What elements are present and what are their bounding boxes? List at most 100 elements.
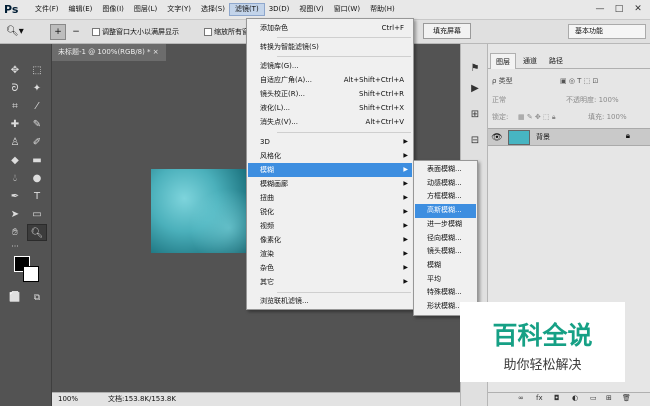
eye-icon[interactable]: 👁︎ [490, 131, 504, 145]
menu-item-adaptive-wide-angle[interactable]: 自适应广角(A)... Alt+Shift+Ctrl+A [248, 73, 412, 87]
clone-stamp-icon[interactable]: ♙ [5, 134, 25, 151]
maximize-button[interactable]: □ [610, 2, 628, 16]
screen-mode-icon[interactable]: ⧉ [27, 290, 47, 307]
workspace-select[interactable]: 基本功能 [568, 24, 646, 39]
background-color-swatch[interactable] [23, 266, 39, 282]
menu-window[interactable]: 窗口(W) [329, 4, 365, 15]
menu-view[interactable]: 视图(V) [294, 4, 328, 15]
menu-item-browse-online[interactable]: 浏览联机滤镜... [248, 294, 412, 308]
pen-tool-icon[interactable]: ✒ [5, 188, 25, 205]
menu-3d[interactable]: 3D(D) [264, 4, 295, 15]
menu-item-blur-gallery[interactable]: 模糊画廊 ▶ [248, 177, 412, 191]
more-tools-icon[interactable]: ··· [5, 238, 25, 255]
menu-item-pixelate[interactable]: 像素化 ▶ [248, 233, 412, 247]
close-button[interactable]: ✕ [629, 2, 647, 16]
submenu-item-surface-blur[interactable]: 表面模糊... [415, 163, 476, 177]
zoom-level[interactable]: 100% [58, 393, 78, 406]
gradient-tool-icon[interactable]: ▬ [27, 152, 47, 169]
menu-item-video[interactable]: 视频 ▶ [248, 219, 412, 233]
move-tool-icon[interactable]: ✥ [5, 62, 25, 79]
brush-tool-icon[interactable]: ✎ [27, 116, 47, 133]
layer-row-background[interactable]: 👁︎ 背景 🔒︎ [488, 128, 650, 146]
lasso-tool-icon[interactable]: ᘐ [5, 80, 25, 97]
menu-type[interactable]: 文字(Y) [162, 4, 196, 15]
menu-item-blur[interactable]: 模糊 ▶ [248, 163, 412, 177]
menu-item-sharpen[interactable]: 锐化 ▶ [248, 205, 412, 219]
submenu-item-radial-blur[interactable]: 径向模糊... [415, 232, 476, 246]
fill-screen-button[interactable]: 填充屏幕 [423, 23, 471, 39]
actions-panel-icon[interactable]: ▶ [465, 80, 485, 98]
history-panel-icon[interactable]: ⚑ [465, 60, 485, 78]
submenu-item-box-blur[interactable]: 方框模糊... [415, 190, 476, 204]
crop-tool-icon[interactable]: ⌗ [5, 98, 25, 115]
menu-select[interactable]: 选择(S) [196, 4, 230, 15]
menu-item-vanishing-point[interactable]: 消失点(V)... Alt+Ctrl+V [248, 115, 412, 129]
menu-item-3d[interactable]: 3D ▶ [248, 135, 412, 149]
opacity-field[interactable]: 不透明度: 100% [566, 94, 619, 106]
mask-icon[interactable]: ◘ [554, 394, 560, 402]
zoom-tool-icon[interactable]: 🔍︎▾ [6, 25, 24, 39]
menu-item-noise[interactable]: 杂色 ▶ [248, 261, 412, 275]
healing-brush-icon[interactable]: ✚ [5, 116, 25, 133]
path-select-icon[interactable]: ➤ [5, 206, 25, 223]
menu-item-distort[interactable]: 扭曲 ▶ [248, 191, 412, 205]
magic-wand-icon[interactable]: ✦ [27, 80, 47, 97]
menu-item-lens-correction[interactable]: 镜头校正(R)... Shift+Ctrl+R [248, 87, 412, 101]
submenu-item-motion-blur[interactable]: 动感模糊... [415, 177, 476, 191]
history-brush-icon[interactable]: ✐ [27, 134, 47, 151]
zoom-tool-icon[interactable]: 🔍︎ [27, 224, 47, 241]
menu-file[interactable]: 文件(F) [30, 4, 64, 15]
resize-windows-option[interactable]: 调整窗口大小以满屏显示 [92, 25, 179, 39]
type-tool-icon[interactable]: T [27, 188, 47, 205]
zoom-out-icon[interactable]: − [68, 25, 84, 39]
zoom-in-icon[interactable]: + [50, 24, 66, 40]
minimize-button[interactable]: — [591, 2, 609, 16]
adjustment-icon[interactable]: ◐ [572, 394, 578, 402]
blur-tool-icon[interactable]: 💧︎ [5, 170, 25, 187]
menu-item-render[interactable]: 渲染 ▶ [248, 247, 412, 261]
blend-mode-select[interactable]: 正常 [492, 94, 506, 106]
menu-layer[interactable]: 图层(L) [129, 4, 162, 15]
resize-windows-checkbox[interactable] [92, 28, 100, 36]
fill-field[interactable]: 填充: 100% [588, 111, 627, 123]
filter-icons[interactable]: ▣ ◎ T ⬚ ⊡ [560, 75, 598, 87]
menu-item-stylize[interactable]: 风格化 ▶ [248, 149, 412, 163]
menu-item-other[interactable]: 其它 ▶ [248, 275, 412, 289]
menu-filter[interactable]: 滤镜(T) [228, 3, 265, 16]
lock-icons[interactable]: ▦ ✎ ✥ ⬚ 🔒︎ [518, 111, 556, 123]
menu-item-add-noise[interactable]: 添加杂色 Ctrl+F [248, 21, 412, 35]
submenu-item-gaussian-blur[interactable]: 高斯模糊... [415, 204, 476, 218]
menu-item-smart-filter[interactable]: 转换为智能滤镜(S) [248, 40, 412, 54]
new-layer-icon[interactable]: ⊞ [606, 394, 612, 402]
submenu-item-average[interactable]: 平均 [415, 273, 476, 287]
dodge-tool-icon[interactable]: ● [27, 170, 47, 187]
close-tab-icon[interactable]: × [153, 48, 159, 56]
zoom-all-checkbox[interactable] [204, 28, 212, 36]
properties-panel-icon[interactable]: ⊟ [465, 132, 485, 150]
eraser-icon[interactable]: ◆ [5, 152, 25, 169]
fx-icon[interactable]: fx [536, 394, 543, 402]
document-tab[interactable]: 未标题-1 @ 100%(RGB/8) * × [52, 44, 166, 61]
tab-layers[interactable]: 图层 [490, 53, 516, 69]
shape-tool-icon[interactable]: ▭ [27, 206, 47, 223]
group-icon[interactable]: ▭ [590, 394, 597, 402]
link-icon[interactable]: ∞ [518, 394, 524, 402]
submenu-item-smart-blur[interactable]: 特殊模糊... [415, 286, 476, 300]
tab-channels[interactable]: 通道 [518, 53, 542, 69]
submenu-item-blur-more[interactable]: 进一步模糊 [415, 218, 476, 232]
menu-help[interactable]: 帮助(H) [365, 4, 400, 15]
submenu-item-blur[interactable]: 模糊 [415, 259, 476, 273]
marquee-tool-icon[interactable]: ⬚ [27, 62, 47, 79]
edit-mode-icon[interactable]: ⬜ [5, 290, 25, 307]
menu-item-liquify[interactable]: 液化(L)... Shift+Ctrl+X [248, 101, 412, 115]
menu-image[interactable]: 图像(I) [97, 4, 129, 15]
submenu-item-lens-blur[interactable]: 镜头模糊... [415, 245, 476, 259]
menu-item-label: 扭曲 [260, 194, 274, 202]
menu-item-filter-gallery[interactable]: 滤镜库(G)... [248, 59, 412, 73]
trash-icon[interactable]: 🗑︎ [622, 394, 631, 402]
menu-edit[interactable]: 编辑(E) [64, 4, 98, 15]
eyedropper-icon[interactable]: ⁄ [27, 98, 47, 115]
layer-kind-filter[interactable]: ρ 类型 [492, 75, 513, 87]
tab-paths[interactable]: 路径 [544, 53, 568, 69]
adjustments-panel-icon[interactable]: ⊞ [465, 106, 485, 124]
